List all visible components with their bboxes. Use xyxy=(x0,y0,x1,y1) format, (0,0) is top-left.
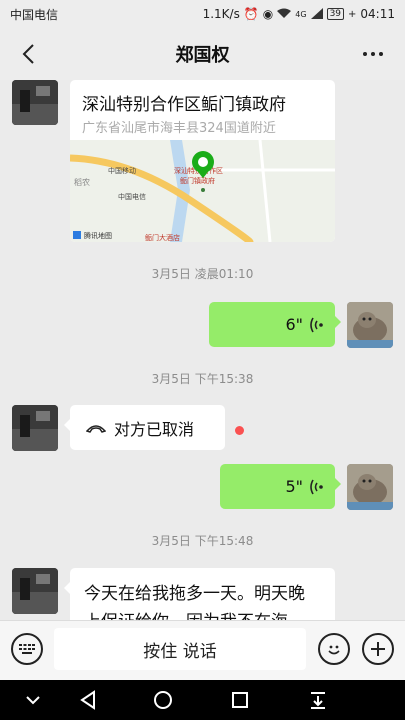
wifi-icon xyxy=(277,8,292,21)
map-label-rice: 稻农 xyxy=(74,177,90,187)
emoji-icon xyxy=(328,645,340,655)
system-nav-bar xyxy=(0,680,405,720)
contact-avatar[interactable] xyxy=(12,405,58,451)
message-timestamp: 3月5日 凌晨01:10 xyxy=(151,267,254,281)
back-arrow-icon xyxy=(22,44,34,64)
charging-icon: + xyxy=(348,8,357,20)
home-circle-icon xyxy=(154,691,172,709)
contact-avatar[interactable] xyxy=(12,80,58,125)
unread-dot xyxy=(235,426,244,435)
nav-hide-button[interactable] xyxy=(20,688,46,712)
status-icons: 1.1K/s ⏰ ◉ 4G 39 + 04:11 xyxy=(203,7,395,21)
pull-down-icon xyxy=(311,692,325,709)
location-map: 稻农 中国移动 中国电信 深汕特别合作区 鲘门镇政府 鲘门大酒店 腾讯地图 xyxy=(70,139,335,242)
phone-hangup-icon xyxy=(86,424,106,433)
chat-area[interactable]: 深汕特别合作区鲘门镇政府 广东省汕尾市海丰县324国道附近 稻农 中国移动 中国… xyxy=(0,80,405,620)
nav-recents-button[interactable] xyxy=(227,688,253,712)
voice-duration: 5" xyxy=(285,477,303,496)
network-speed: 1.1K/s xyxy=(202,7,240,21)
message-timestamp: 3月5日 下午15:38 xyxy=(151,372,254,386)
call-cancelled-message[interactable]: 对方已取消 xyxy=(64,405,225,450)
map-label-telecom: 中国电信 xyxy=(118,192,146,201)
map-label-hotel: 鲘门大酒店 xyxy=(145,233,180,242)
location-address: 广东省汕尾市海丰县324国道附近 xyxy=(82,121,276,136)
keyboard-toggle-button[interactable] xyxy=(11,633,43,665)
text-message-line: 上保证给你。因为我不在海 xyxy=(84,608,321,620)
keyboard-icon xyxy=(19,644,35,654)
voice-wave-icon xyxy=(310,479,323,494)
location-message[interactable]: 深汕特别合作区鲘门镇政府 广东省汕尾市海丰县324国道附近 稻农 中国移动 中国… xyxy=(70,80,335,242)
chat-title: 郑国权 xyxy=(175,45,230,66)
my-avatar[interactable] xyxy=(347,464,393,510)
clock: 04:11 xyxy=(360,7,395,21)
status-bar: 中国电信 1.1K/s ⏰ ◉ 4G 39 + 04:11 xyxy=(0,0,405,28)
voice-message[interactable]: 6" xyxy=(209,302,341,347)
call-status-text: 对方已取消 xyxy=(114,419,195,439)
contact-avatar-image xyxy=(12,568,58,614)
cat-avatar-image xyxy=(347,302,393,348)
chevron-down-icon xyxy=(26,696,40,705)
map-label-mobile: 中国移动 xyxy=(108,166,136,175)
nav-home-button[interactable] xyxy=(150,688,176,712)
emoji-button[interactable] xyxy=(318,633,350,665)
voice-duration: 6" xyxy=(285,315,303,334)
input-bar: 按住 说话 xyxy=(0,620,405,680)
nav-notification-button[interactable] xyxy=(305,688,331,712)
battery-icon: 39 xyxy=(326,8,345,20)
triangle-back-icon xyxy=(80,690,95,710)
contact-avatar[interactable] xyxy=(12,568,58,614)
contact-avatar-image xyxy=(12,405,58,451)
text-message-line: 今天在给我拖多一天。明天晚 xyxy=(84,584,305,604)
plus-icon xyxy=(371,642,385,656)
alarm-icon: ⏰ xyxy=(243,7,259,21)
map-pin-label-line2: 鲘门镇政府 xyxy=(180,176,215,185)
recents-square-icon xyxy=(232,692,248,708)
more-functions-button[interactable] xyxy=(362,633,394,665)
network-type-label: 4G xyxy=(295,9,307,19)
text-message[interactable]: 今天在给我拖多一天。明天晚 上保证给你。因为我不在海 xyxy=(64,568,335,620)
back-button[interactable] xyxy=(10,36,46,72)
eye-icon: ◉ xyxy=(262,7,274,21)
my-avatar[interactable] xyxy=(347,302,393,348)
hold-to-talk-button[interactable]: 按住 说话 xyxy=(54,628,306,670)
carrier-label: 中国电信 xyxy=(10,7,59,22)
map-attribution: 腾讯地图 xyxy=(84,231,112,240)
contact-avatar-image xyxy=(12,80,58,125)
signal-icon xyxy=(310,7,323,21)
more-dots-icon xyxy=(363,52,383,56)
location-title: 深汕特别合作区鲘门镇政府 xyxy=(82,95,286,115)
more-button[interactable] xyxy=(355,36,391,72)
voice-message[interactable]: 5" xyxy=(220,464,341,509)
cat-avatar-image xyxy=(347,464,393,510)
nav-back-button[interactable] xyxy=(75,688,101,712)
tencent-map-logo-icon xyxy=(73,231,81,239)
chat-header: 郑国权 xyxy=(0,28,405,80)
voice-wave-icon xyxy=(310,317,323,332)
message-timestamp: 3月5日 下午15:48 xyxy=(151,534,254,548)
